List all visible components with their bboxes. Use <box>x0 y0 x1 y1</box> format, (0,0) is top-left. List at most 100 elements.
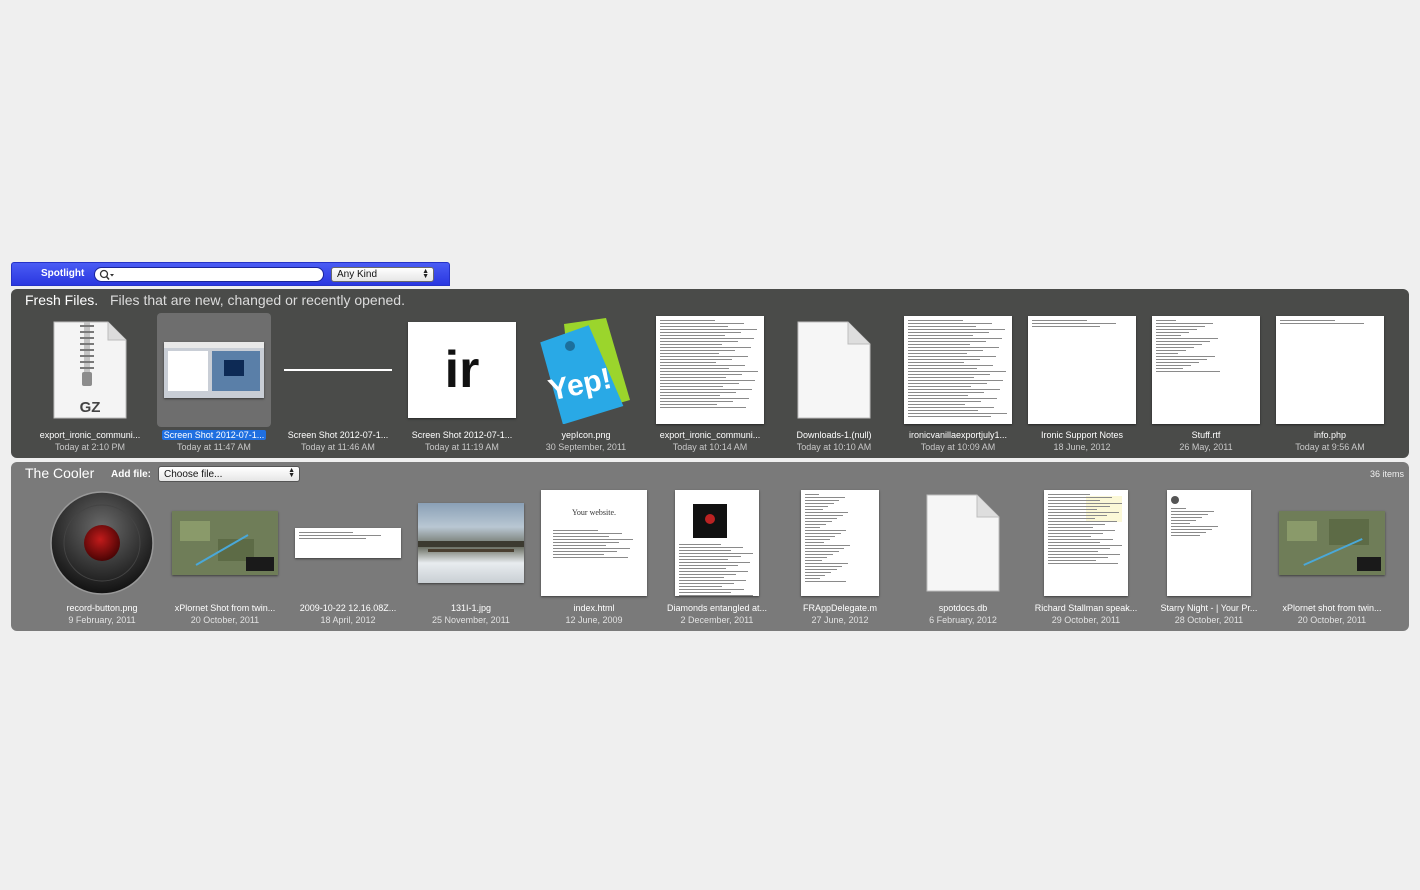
gz-archive-icon: GZ <box>33 313 147 427</box>
text-line <box>908 401 981 402</box>
text-line <box>1171 532 1206 533</box>
text-line <box>660 374 742 375</box>
fresh-files-title: Fresh Files. <box>25 292 99 308</box>
text-line <box>1171 529 1213 530</box>
text-line <box>908 392 984 393</box>
file-date: Today at 2:10 PM <box>54 442 126 452</box>
file-item[interactable]: xPlornet shot from twin... 20 October, 2… <box>1272 486 1392 626</box>
text-line <box>1156 338 1218 339</box>
text-line <box>1156 329 1197 330</box>
text-line <box>553 557 628 558</box>
text-line <box>908 404 965 405</box>
file-item-selected[interactable]: Screen Shot 2012-07-1... Today at 11:47 … <box>154 313 274 453</box>
file-item[interactable]: xPlornet Shot from twin... 20 October, 2… <box>165 486 285 626</box>
file-item[interactable]: Downloads-1.(null) Today at 10:10 AM <box>774 313 894 453</box>
file-date: Today at 9:56 AM <box>1295 442 1365 452</box>
text-line <box>908 353 967 354</box>
search-icon[interactable] <box>99 269 115 281</box>
file-date: 18 April, 2012 <box>320 615 376 625</box>
text-line <box>805 560 822 561</box>
file-name: Screen Shot 2012-07-1... <box>161 430 267 440</box>
text-line <box>908 410 978 411</box>
file-item[interactable]: Starry Night - | Your Pr... 28 October, … <box>1149 486 1269 626</box>
text-line <box>1156 353 1178 354</box>
file-item[interactable]: Screen Shot 2012-07-1... Today at 11:46 … <box>278 313 398 453</box>
text-line <box>1048 551 1099 552</box>
file-date: Today at 11:46 AM <box>301 442 375 452</box>
yep-tag-icon: Yep! <box>529 313 643 427</box>
file-item[interactable]: GZ export_ironic_communi... Today at 2:1… <box>30 313 150 453</box>
file-date: Today at 10:09 AM <box>920 442 996 452</box>
text-line <box>1048 521 1118 522</box>
file-item[interactable]: export_ironic_communi... Today at 10:14 … <box>650 313 770 453</box>
text-line <box>805 542 824 543</box>
choose-file-value: Choose file... <box>164 469 223 480</box>
text-line <box>1048 554 1121 555</box>
file-name: info.php <box>1313 430 1347 440</box>
text-line <box>1171 517 1203 518</box>
text-line <box>660 338 754 339</box>
text-line <box>805 518 838 519</box>
text-line <box>908 365 993 366</box>
text-line <box>1048 494 1090 495</box>
text-line <box>1048 500 1100 501</box>
search-input[interactable] <box>117 272 317 285</box>
text-line <box>660 371 758 372</box>
spotlight-search-field[interactable] <box>94 267 324 285</box>
file-item[interactable]: record-button.png 9 February, 2011 <box>42 486 162 626</box>
text-line <box>1048 548 1111 549</box>
file-date: 9 February, 2011 <box>68 615 136 625</box>
text-line <box>908 383 987 384</box>
text-line <box>805 527 821 528</box>
file-date: 2 December, 2011 <box>680 615 754 625</box>
file-item[interactable]: ironicvanillaexportjuly1... Today at 10:… <box>898 313 1018 453</box>
text-line <box>1048 563 1118 564</box>
file-date: 25 November, 2011 <box>432 615 510 625</box>
text-line <box>1156 341 1210 342</box>
text-line <box>1048 497 1112 498</box>
file-item[interactable]: Your website. index.html 12 June, 2009 <box>534 486 654 626</box>
text-line <box>1156 320 1176 321</box>
file-name: Diamonds entangled at... <box>666 603 768 613</box>
file-item[interactable]: Richard Stallman speak... 29 October, 20… <box>1026 486 1146 626</box>
text-line <box>908 326 976 327</box>
text-line <box>1048 533 1103 534</box>
file-item[interactable]: Stuff.rtf 26 May, 2011 <box>1146 313 1266 453</box>
text-line <box>805 566 843 567</box>
text-line <box>908 332 989 333</box>
file-item[interactable]: 2009-10-22 12.16.08Z... 18 April, 2012 <box>288 486 408 626</box>
file-name: Downloads-1.(null) <box>796 430 872 440</box>
item-count: 36 items <box>1369 469 1404 479</box>
text-page-thumbnail <box>653 313 767 427</box>
kind-select[interactable]: Any Kind ▲ ▼ <box>331 267 434 282</box>
text-line <box>805 557 828 558</box>
text-line <box>805 545 850 546</box>
choose-file-select[interactable]: Choose file... ▲ ▼ <box>158 466 300 482</box>
record-button-icon <box>45 486 159 600</box>
file-item[interactable]: FRAppDelegate.m 27 June, 2012 <box>780 486 900 626</box>
text-line <box>660 380 755 381</box>
text-line <box>660 392 736 393</box>
text-line <box>908 320 963 321</box>
file-item[interactable]: spotdocs.db 6 February, 2012 <box>903 486 1023 626</box>
text-line <box>908 377 974 378</box>
website-heading: Your website. <box>571 508 617 517</box>
file-item[interactable]: Yep! yepIcon.png 30 September, 2011 <box>526 313 646 453</box>
text-line <box>1156 344 1202 345</box>
text-line <box>908 350 983 351</box>
file-item[interactable]: 131I-1.jpg 25 November, 2011 <box>411 486 531 626</box>
file-item[interactable]: Diamonds entangled at... 2 December, 201… <box>657 486 777 626</box>
file-item[interactable]: info.php Today at 9:56 AM <box>1270 313 1390 453</box>
file-item[interactable]: ir Screen Shot 2012-07-1... Today at 11:… <box>402 313 522 453</box>
text-line <box>908 386 971 387</box>
file-date: 30 September, 2011 <box>545 442 627 452</box>
text-line <box>1048 503 1122 504</box>
text-line <box>805 500 840 501</box>
text-line <box>1048 518 1096 519</box>
file-date: Today at 10:14 AM <box>672 442 748 452</box>
file-item[interactable]: Ironic Support Notes 18 June, 2012 <box>1022 313 1142 453</box>
text-line <box>660 326 728 327</box>
text-line <box>908 362 964 363</box>
file-date: 26 May, 2011 <box>1179 442 1233 452</box>
text-line <box>805 509 823 510</box>
